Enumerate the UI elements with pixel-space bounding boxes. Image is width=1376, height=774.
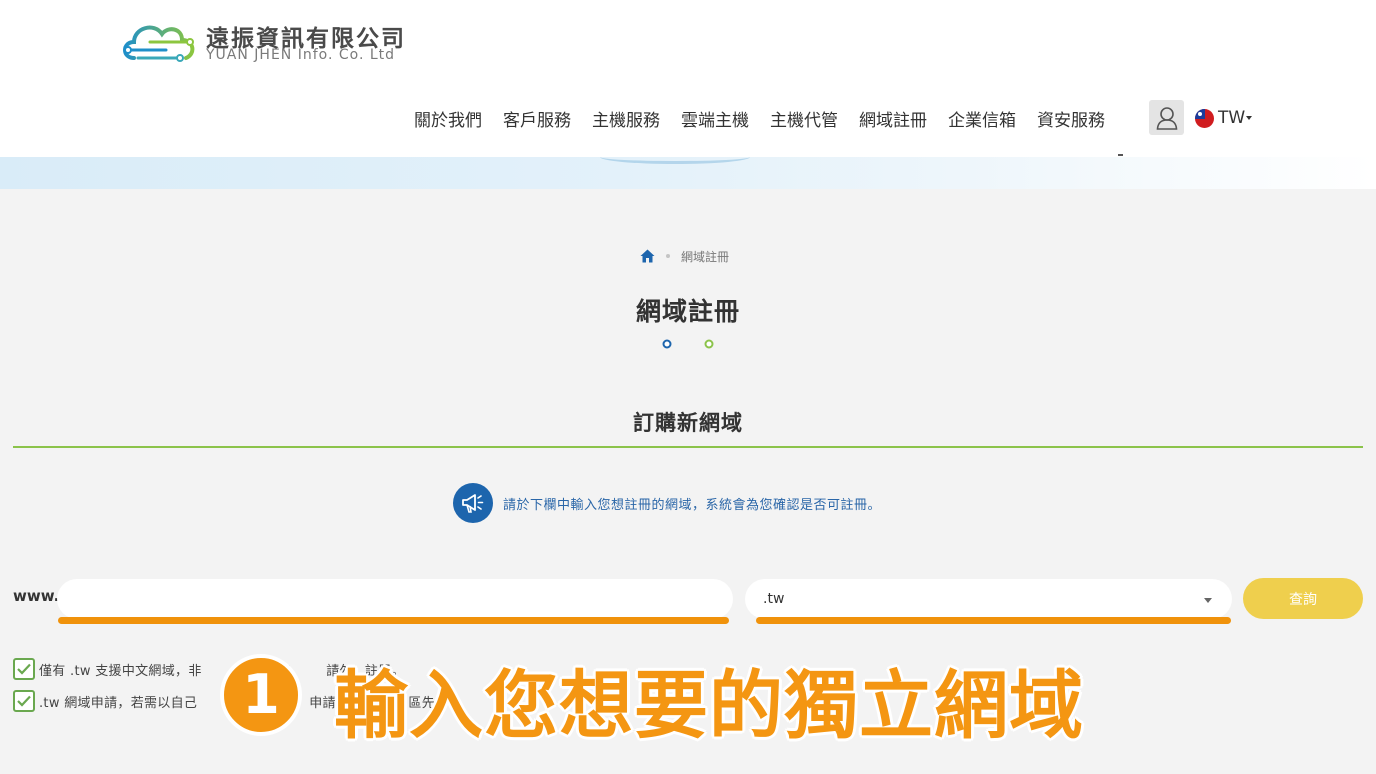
hero-decor-arc [600,150,750,164]
language-label: TW [1218,108,1246,128]
logo-english-name: YUAN JHEN Info. Co. Ltd [206,47,396,63]
nav-hosting[interactable]: 主機服務 [592,106,660,131]
main-nav: 關於我們 客戶服務 主機服務 雲端主機 主機代管 網域註冊 企業信箱 資安服務 [414,104,1126,132]
section-divider [13,446,1363,448]
site-header: 遠振資訊有限公司 YUAN JHEN Info. Co. Ltd 關於我們 客戶… [0,0,1376,157]
nav-security[interactable]: 資安服務 [1037,106,1105,131]
tld-selected-value: .tw [763,591,785,607]
cloud-logo-icon [123,25,195,62]
checkbox-checked[interactable] [13,658,35,680]
breadcrumb-separator [666,254,670,258]
nav-colocation[interactable]: 主機代管 [770,106,838,131]
nav-domain-registration[interactable]: 網域註冊 [859,106,927,131]
page-title: 網域註冊 [635,297,740,326]
step-annotation-text: 輸入您想要的獨立網域 [334,663,1084,749]
checkmark-icon [17,695,31,707]
step-number-badge: 1 [220,654,302,736]
highlight-underline-tld [756,617,1231,624]
nav-cloud-host[interactable]: 雲端主機 [681,106,749,131]
language-selector[interactable]: TW [1195,106,1253,130]
section-title: 訂購新網域 [633,411,743,435]
tld-select[interactable]: .tw [745,579,1232,619]
www-prefix-label: www. [13,587,60,605]
breadcrumb-current: 網域註冊 [681,249,730,264]
notice-text: 請於下欄中輸入您想註冊的網域，系統會為您確認是否可註冊。 [503,497,882,513]
taiwan-flag-icon [1195,108,1214,128]
home-icon[interactable] [640,249,655,263]
notice-message: 請於下欄中輸入您想註冊的網域，系統會為您確認是否可註冊。 [453,483,881,523]
checkmark-icon [17,663,31,675]
highlight-underline-domain [58,617,729,624]
breadcrumb: 網域註冊 [640,248,729,264]
user-icon [1156,106,1177,130]
user-account-button[interactable] [1149,100,1184,135]
chevron-down-icon [1246,116,1253,120]
hero-decor-dash [1118,154,1123,156]
megaphone-icon [453,483,493,523]
checkbox-checked[interactable] [13,690,35,712]
chevron-down-icon [1204,598,1212,603]
nav-about[interactable]: 關於我們 [414,106,482,131]
domain-name-input[interactable] [57,579,733,619]
title-decoration-icon [662,339,714,349]
nav-enterprise-mail[interactable]: 企業信箱 [948,106,1016,131]
step-number: 1 [242,663,280,726]
nav-customer-service[interactable]: 客戶服務 [503,106,571,131]
search-domain-button[interactable]: 查詢 [1243,578,1363,619]
company-logo[interactable]: 遠振資訊有限公司 YUAN JHEN Info. Co. Ltd [120,14,420,70]
